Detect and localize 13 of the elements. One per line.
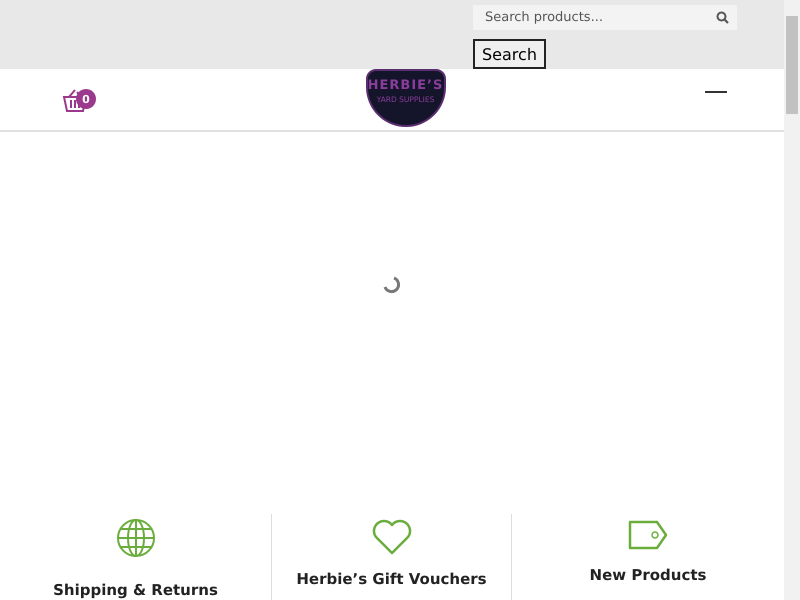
tag-icon [627, 518, 669, 552]
heart-icon [370, 518, 412, 556]
search-field[interactable]: Search products... [473, 5, 737, 30]
cart-button[interactable]: 0 [62, 88, 96, 114]
search-button[interactable]: Search [473, 39, 546, 69]
search-icon [716, 11, 729, 24]
feature-title: New Products [590, 566, 706, 584]
globe-icon [116, 518, 156, 558]
loading-spinner-icon [382, 275, 402, 295]
feature-title: Shipping & Returns [53, 581, 218, 599]
cart-count-badge: 0 [76, 89, 96, 109]
feature-title: Herbie’s Gift Vouchers [296, 570, 487, 588]
scrollbar[interactable] [784, 0, 800, 600]
